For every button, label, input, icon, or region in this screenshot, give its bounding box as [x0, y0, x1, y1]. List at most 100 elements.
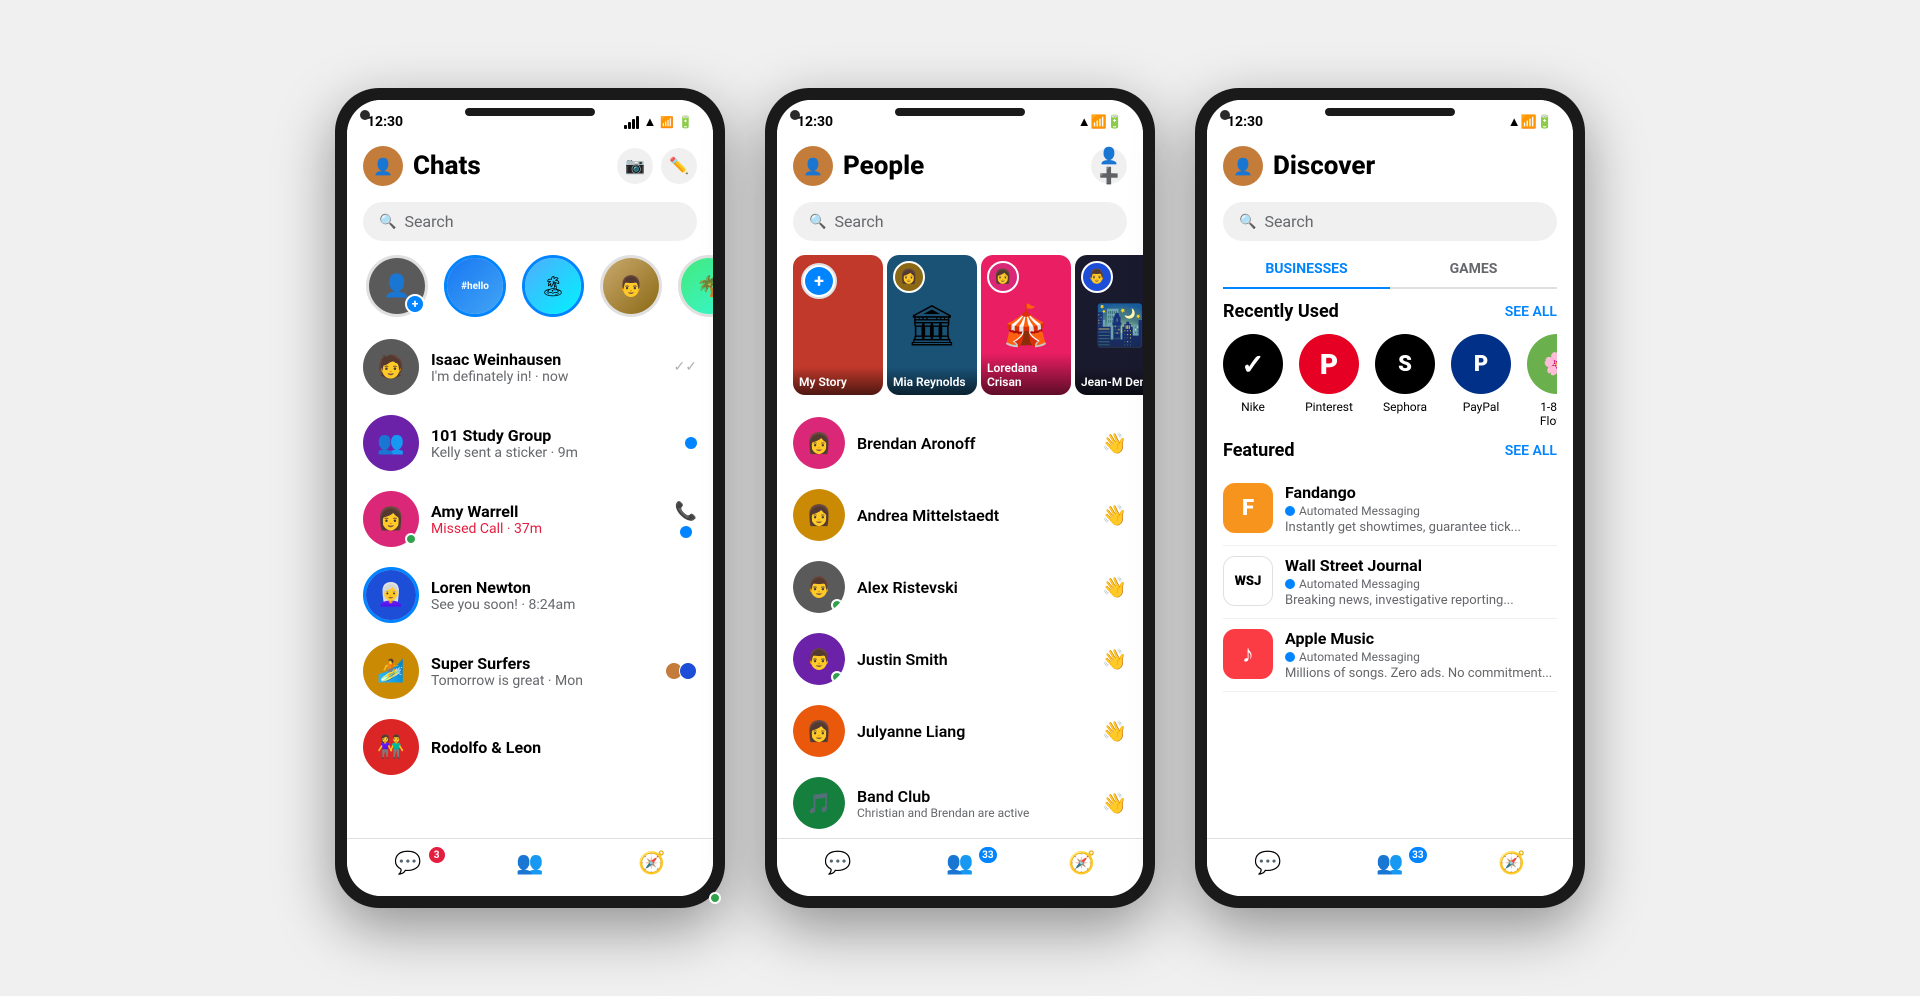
brands-row: ✓ Nike P Pinterest S [1223, 334, 1557, 428]
people-item-brendan[interactable]: 👩 Brendan Aronoff 👋 [781, 407, 1139, 479]
user-avatar-3[interactable]: 👤 [1223, 146, 1263, 186]
chat-avatar-study: 👥 [363, 415, 419, 471]
story-item-2[interactable]: 🏝 [519, 255, 587, 317]
brand-paypal[interactable]: P PayPal [1451, 334, 1511, 428]
featured-item-fandango[interactable]: F Fandango Automated Messaging Instantly… [1223, 473, 1557, 546]
chat-info-study: 101 Study Group Kelly sent a sticker · 9… [431, 426, 677, 461]
signal-icon-3: ▲📶🔋 [1508, 114, 1553, 130]
wave-icon-julyanne[interactable]: 👋 [1102, 719, 1127, 743]
status-bar-chats: 12:30 ▲ 📶 🔋 [347, 100, 713, 136]
people-avatar-julyanne: 👩 [793, 705, 845, 757]
my-story-item[interactable]: 👤 + [363, 255, 431, 317]
fandango-name: Fandango [1285, 483, 1557, 502]
signal-icon [624, 116, 639, 129]
chats-bottom-nav: 3 💬 👥 🧭 [347, 838, 713, 896]
compose-button[interactable]: ✏️ [661, 148, 697, 184]
people-search-bar[interactable]: 🔍 Search [793, 202, 1127, 241]
verified-dot-2 [1285, 579, 1295, 589]
wave-icon-alex[interactable]: 👋 [1102, 575, 1127, 599]
loredana-story-card[interactable]: 🎪 👩 Loredana Crisan [981, 255, 1071, 395]
people-avatar-band: 🎵 [793, 777, 845, 829]
featured-item-wsj[interactable]: WSJ Wall Street Journal Automated Messag… [1223, 546, 1557, 619]
people-name-julyanne: Julyanne Liang [857, 722, 1102, 741]
nav-people[interactable]: 👥 [469, 847, 591, 880]
chat-name-amy: Amy Warrell [431, 502, 667, 521]
brand-pinterest[interactable]: P Pinterest [1299, 334, 1359, 428]
jean-story-card[interactable]: 🌃 👨 Jean-M Denis [1075, 255, 1143, 395]
phone-notch [465, 108, 595, 116]
chat-avatar-surfers: 🏄 [363, 643, 419, 699]
people-item-band[interactable]: 🎵 Band Club Christian and Brendan are ac… [781, 767, 1139, 838]
featured-item-apple-music[interactable]: ♪ Apple Music Automated Messaging Millio… [1223, 619, 1557, 692]
chat-item-isaac[interactable]: 🧑 Isaac Weinhausen I'm definately in! · … [351, 329, 709, 405]
nav-chats-2[interactable]: 💬 [777, 847, 899, 880]
brand-sephora[interactable]: S Sephora [1375, 334, 1435, 428]
add-person-button[interactable]: 👤➕ [1091, 148, 1127, 184]
status-icons: ▲ 📶 🔋 [624, 114, 693, 130]
add-story-card-btn[interactable]: + [801, 263, 837, 299]
wave-icon-brendan[interactable]: 👋 [1102, 431, 1127, 455]
mia-story-card[interactable]: 🏛 👩 Mia Reynolds [887, 255, 977, 395]
brand-flowers[interactable]: 🌸 1-800-Flow... [1527, 334, 1557, 428]
chat-item-surfers[interactable]: 🏄 Super Surfers Tomorrow is great · Mon [351, 633, 709, 709]
nav-discover[interactable]: 🧭 [591, 847, 713, 880]
featured-section: Featured SEE ALL F Fandango Automat [1207, 440, 1573, 704]
nav-people-3[interactable]: 33 👥 [1329, 847, 1451, 880]
battery-level: 📶 [660, 116, 674, 129]
camera-button[interactable]: 📷 [617, 148, 653, 184]
chat-item-rodolfo[interactable]: 👫 Rodolfo & Leon [351, 709, 709, 785]
discover-search-bar[interactable]: 🔍 Search [1223, 202, 1557, 241]
my-story-card[interactable]: + My Story [793, 255, 883, 395]
chat-item-amy[interactable]: 👩 Amy Warrell Missed Call · 37m 📞 [351, 481, 709, 557]
wave-icon-band[interactable]: 👋 [1102, 791, 1127, 815]
chat-meta-amy: 📞 [675, 501, 697, 538]
brand-name-nike: Nike [1241, 400, 1265, 414]
user-avatar-2[interactable]: 👤 [793, 146, 833, 186]
chats-search-bar[interactable]: 🔍 Search [363, 202, 697, 241]
brand-name-paypal: PayPal [1463, 400, 1500, 414]
nav-people-2[interactable]: 33 👥 [899, 847, 1021, 880]
tab-businesses[interactable]: BUSINESSES [1223, 251, 1390, 289]
nav-discover-3[interactable]: 🧭 [1451, 847, 1573, 880]
recently-used-see-all[interactable]: SEE ALL [1505, 304, 1557, 320]
story-item-4[interactable]: 🌴 [675, 255, 713, 317]
nav-chats-3[interactable]: 💬 [1207, 847, 1329, 880]
add-story-btn[interactable]: + [405, 294, 425, 314]
my-story-label: My Story [799, 375, 877, 389]
featured-see-all[interactable]: SEE ALL [1505, 443, 1557, 459]
status-time-2: 12:30 [797, 114, 833, 130]
tab-games[interactable]: GAMES [1390, 251, 1557, 287]
chat-meta-isaac: ✓✓ [674, 359, 697, 375]
story-item-1[interactable]: #hello [441, 255, 509, 317]
phone-notch-3 [1325, 108, 1455, 116]
wave-icon-justin[interactable]: 👋 [1102, 647, 1127, 671]
band-sub: Christian and Brendan are active [857, 806, 1102, 820]
discover-title: Discover [1273, 151, 1557, 181]
online-dot-amy [405, 533, 417, 545]
recently-used-section: Recently Used SEE ALL ✓ Nike P [1207, 301, 1573, 440]
chat-preview-amy: Missed Call · 37m [431, 521, 667, 537]
nav-discover-2[interactable]: 🧭 [1021, 847, 1143, 880]
loredana-story-label: Loredana Crisan [987, 361, 1065, 389]
discover-search-placeholder: Search [1264, 212, 1313, 231]
search-icon-2: 🔍 [809, 214, 826, 230]
chat-item-loren[interactable]: 👩‍🦳 Loren Newton See you soon! · 8:24am [351, 557, 709, 633]
people-bottom-nav: 💬 33 👥 🧭 [777, 838, 1143, 896]
user-avatar[interactable]: 👤 [363, 146, 403, 186]
chat-avatar-rodolfo: 👫 [363, 719, 419, 775]
people-item-justin[interactable]: 👨 Justin Smith 👋 [781, 623, 1139, 695]
people-item-andrea[interactable]: 👩 Andrea Mittelstaedt 👋 [781, 479, 1139, 551]
chat-item-study[interactable]: 👥 101 Study Group Kelly sent a sticker ·… [351, 405, 709, 481]
featured-header: Featured SEE ALL [1223, 440, 1557, 461]
brand-name-pinterest: Pinterest [1305, 400, 1353, 414]
nav-chats[interactable]: 3 💬 [347, 847, 469, 880]
brand-nike[interactable]: ✓ Nike [1223, 334, 1283, 428]
wave-icon-andrea[interactable]: 👋 [1102, 503, 1127, 527]
people-item-alex[interactable]: 👨 Alex Ristevski 👋 [781, 551, 1139, 623]
apple-music-desc: Millions of songs. Zero ads. No commitme… [1285, 666, 1557, 681]
people-item-julyanne[interactable]: 👩 Julyanne Liang 👋 [781, 695, 1139, 767]
chat-name-isaac: Isaac Weinhausen [431, 350, 666, 369]
story-item-3[interactable]: 👨 [597, 255, 665, 317]
jean-story-label: Jean-M Denis [1081, 375, 1143, 389]
battery-icon: 🔋 [678, 115, 693, 129]
